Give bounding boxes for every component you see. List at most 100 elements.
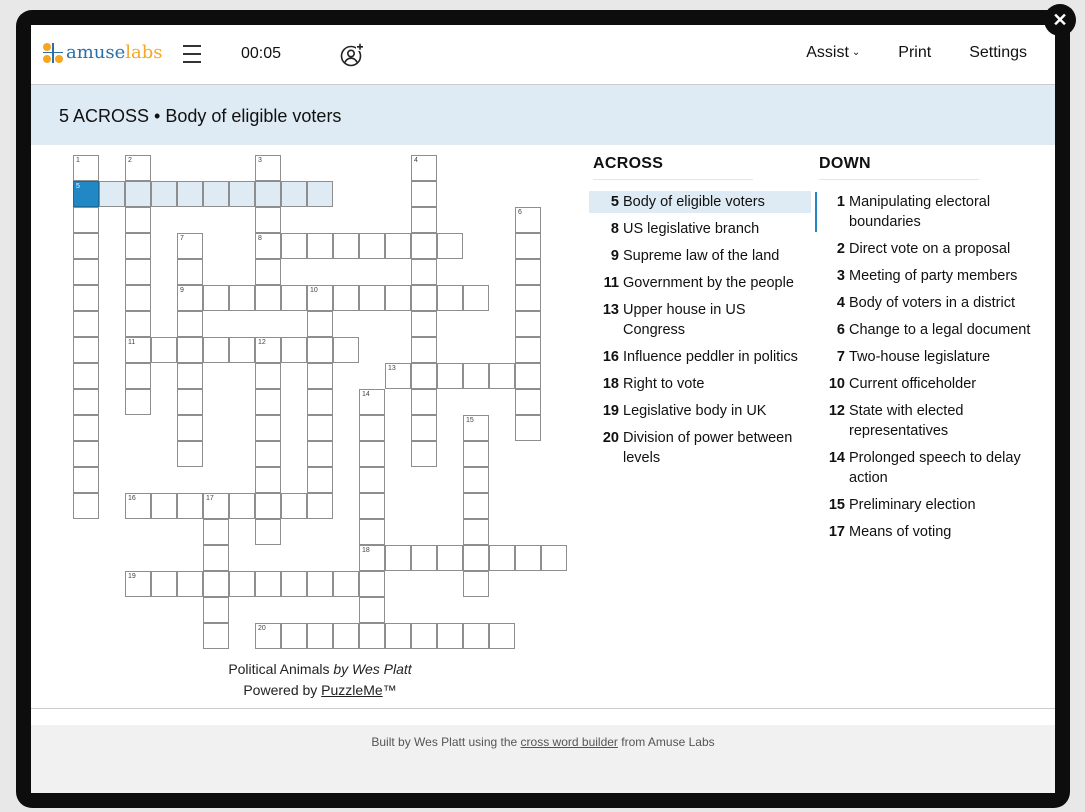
grid-cell[interactable] — [463, 623, 489, 649]
clue-item[interactable]: 5 Body of eligible voters — [589, 191, 811, 213]
clue-item[interactable]: 12 State with elected representatives — [815, 401, 1037, 441]
grid-cell[interactable] — [411, 311, 437, 337]
grid-cell[interactable] — [515, 259, 541, 285]
grid-cell[interactable] — [177, 259, 203, 285]
grid-cell[interactable] — [515, 389, 541, 415]
grid-cell[interactable] — [437, 233, 463, 259]
grid-cell[interactable] — [255, 285, 281, 311]
grid-cell[interactable] — [437, 623, 463, 649]
grid-cell[interactable] — [255, 181, 281, 207]
grid-cell[interactable]: 6 — [515, 207, 541, 233]
clue-item[interactable]: 13 Upper house in US Congress — [589, 300, 811, 340]
grid-cell[interactable] — [255, 207, 281, 233]
clue-item[interactable]: 20 Division of power between levels — [589, 428, 811, 468]
grid-cell[interactable] — [359, 571, 385, 597]
crossword-grid[interactable]: 1 2 3 4 5 6 7 8 9 10 11 12 13 14 15 16 17 18 19 20 — [73, 155, 593, 655]
grid-cell[interactable] — [73, 259, 99, 285]
grid-cell[interactable] — [203, 337, 229, 363]
grid-cell[interactable] — [359, 285, 385, 311]
grid-cell[interactable] — [463, 545, 489, 571]
grid-cell[interactable] — [73, 311, 99, 337]
clue-item[interactable]: 7 Two-house legislature — [815, 347, 1037, 367]
grid-cell[interactable] — [515, 233, 541, 259]
grid-cell[interactable] — [411, 285, 437, 311]
grid-cell[interactable] — [73, 233, 99, 259]
grid-cell[interactable] — [281, 285, 307, 311]
grid-cell[interactable] — [99, 181, 125, 207]
grid-cell[interactable] — [515, 545, 541, 571]
grid-cell[interactable] — [177, 181, 203, 207]
grid-cell[interactable] — [73, 207, 99, 233]
grid-cell[interactable] — [281, 337, 307, 363]
grid-cell[interactable]: 17 — [203, 493, 229, 519]
grid-cell[interactable] — [463, 467, 489, 493]
grid-cell[interactable] — [385, 285, 411, 311]
grid-cell[interactable] — [359, 233, 385, 259]
grid-cell[interactable] — [177, 311, 203, 337]
grid-cell[interactable] — [541, 545, 567, 571]
grid-cell[interactable] — [177, 441, 203, 467]
grid-cell[interactable] — [255, 519, 281, 545]
grid-cell[interactable] — [333, 285, 359, 311]
grid-cell[interactable] — [307, 467, 333, 493]
grid-cell[interactable] — [411, 389, 437, 415]
grid-cell[interactable] — [73, 389, 99, 415]
grid-cell[interactable] — [307, 363, 333, 389]
grid-cell[interactable] — [151, 181, 177, 207]
grid-cell[interactable]: 2 — [125, 155, 151, 181]
grid-cell[interactable] — [515, 363, 541, 389]
grid-cell[interactable] — [359, 441, 385, 467]
grid-cell[interactable] — [203, 181, 229, 207]
grid-cell[interactable] — [281, 233, 307, 259]
grid-cell[interactable] — [307, 571, 333, 597]
grid-cell[interactable] — [385, 233, 411, 259]
grid-cell[interactable]: 16 — [125, 493, 151, 519]
grid-cell[interactable] — [437, 285, 463, 311]
grid-cell[interactable] — [203, 519, 229, 545]
grid-cell[interactable] — [437, 363, 463, 389]
grid-cell[interactable] — [255, 259, 281, 285]
grid-cell[interactable] — [411, 337, 437, 363]
grid-cell[interactable] — [385, 623, 411, 649]
grid-cell[interactable]: 14 — [359, 389, 385, 415]
grid-cell[interactable] — [177, 363, 203, 389]
grid-cell[interactable] — [359, 493, 385, 519]
crossword-builder-link[interactable]: cross word builder — [521, 735, 618, 749]
grid-cell[interactable] — [463, 571, 489, 597]
grid-cell[interactable] — [515, 285, 541, 311]
grid-cell[interactable] — [177, 493, 203, 519]
grid-cell[interactable] — [229, 181, 255, 207]
grid-cell[interactable]: 3 — [255, 155, 281, 181]
grid-cell[interactable] — [489, 545, 515, 571]
grid-cell[interactable] — [411, 623, 437, 649]
grid-cell[interactable] — [411, 441, 437, 467]
grid-cell[interactable] — [359, 415, 385, 441]
grid-cell[interactable] — [73, 441, 99, 467]
grid-cell[interactable] — [333, 233, 359, 259]
settings-button[interactable]: Settings — [969, 44, 1027, 62]
grid-cell[interactable] — [463, 285, 489, 311]
grid-cell[interactable] — [177, 337, 203, 363]
grid-cell[interactable] — [203, 285, 229, 311]
grid-cell[interactable] — [255, 493, 281, 519]
grid-cell[interactable] — [333, 623, 359, 649]
grid-cell-selected[interactable]: 5 — [73, 181, 99, 207]
grid-cell[interactable] — [307, 181, 333, 207]
grid-cell[interactable]: 10 — [307, 285, 333, 311]
grid-cell[interactable] — [73, 285, 99, 311]
grid-cell[interactable]: 12 — [255, 337, 281, 363]
grid-cell[interactable]: 1 — [73, 155, 99, 181]
grid-cell[interactable] — [73, 337, 99, 363]
grid-cell[interactable] — [515, 311, 541, 337]
grid-cell[interactable] — [359, 467, 385, 493]
grid-cell[interactable] — [411, 545, 437, 571]
grid-cell[interactable] — [463, 519, 489, 545]
clue-item[interactable]: 6 Change to a legal document — [815, 320, 1037, 340]
grid-cell[interactable] — [229, 493, 255, 519]
grid-cell[interactable] — [255, 389, 281, 415]
grid-cell[interactable]: 7 — [177, 233, 203, 259]
clue-item[interactable]: 9 Supreme law of the land — [589, 246, 811, 266]
grid-cell[interactable] — [73, 493, 99, 519]
grid-cell[interactable] — [463, 493, 489, 519]
grid-cell[interactable] — [125, 363, 151, 389]
